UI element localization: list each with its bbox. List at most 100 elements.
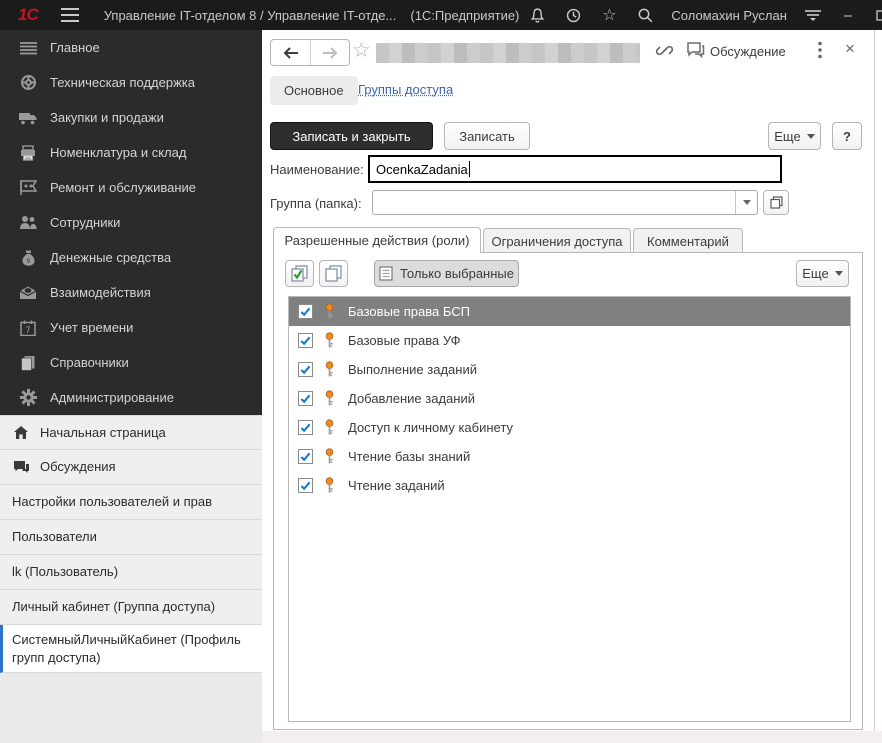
tab-main[interactable]: Основное [270,76,358,105]
sidebar-item-label: Сотрудники [50,215,120,230]
role-row[interactable]: Доступ к личному кабинету [289,413,850,442]
sidebar-item-system-personal-cabinet[interactable]: СистемныйЛичныйКабинет (Профиль групп до… [0,625,262,673]
more-label: Еще [774,129,800,144]
name-input-value: OcenkaZadania [376,162,468,177]
close-form-icon[interactable]: × [845,39,855,59]
favorites-star-icon[interactable]: ☆ [591,0,627,30]
maximize-button[interactable] [865,0,882,30]
checkbox[interactable] [298,362,313,377]
checkbox[interactable] [298,304,313,319]
sidebar-item-home[interactable]: Начальная страница [0,415,262,450]
group-choose-button[interactable] [763,190,789,215]
sidebar-item-purchases[interactable]: Закупки и продажи [0,100,262,135]
notifications-bell-icon[interactable] [519,0,555,30]
name-input[interactable]: OcenkaZadania [368,155,782,183]
chevron-down-icon [807,134,815,139]
roles-list[interactable]: Базовые права БСП Базовые права УФ Выпол… [288,296,851,722]
sidebar-item-catalogs[interactable]: Справочники [0,345,262,380]
svg-text:7: 7 [25,326,30,336]
history-nav-group [270,39,350,66]
role-key-icon [323,448,336,465]
books-icon [18,353,38,373]
svg-text:s: s [26,256,30,264]
role-label: Базовые права БСП [348,304,470,319]
only-selected-toggle[interactable]: Только выбранные [374,260,519,287]
history-icon[interactable] [555,0,591,30]
forward-button[interactable] [310,40,349,65]
discussion-label[interactable]: Обсуждение [710,44,786,59]
form-window: ☆ Обсуждение × Основное Группы доступа З… [262,30,882,743]
minimize-button[interactable]: – [831,0,865,30]
list-icon [379,266,393,281]
role-key-icon [323,419,336,436]
gear-icon [18,388,38,408]
discussion-bubble-icon[interactable] [686,41,705,58]
checkbox[interactable] [298,333,313,348]
tab-label: Разрешенные действия (роли) [285,233,470,248]
form-scroll-track[interactable] [874,30,875,743]
sidebar-item-label: СистемныйЛичныйКабинет (Профиль групп до… [12,631,252,666]
roles-more-button[interactable]: Еще [796,260,849,287]
sidebar-item-user-settings[interactable]: Настройки пользователей и прав [0,485,262,520]
back-button[interactable] [271,40,310,65]
mail-icon [18,283,38,303]
check-all-button[interactable] [285,260,314,287]
tab-access-restrictions[interactable]: Ограничения доступа [483,228,631,253]
tab-access-groups-link[interactable]: Группы доступа [358,82,453,97]
sidebar-item-personal-cabinet[interactable]: Личный кабинет (Группа доступа) [0,590,262,625]
sidebar-item-money[interactable]: s Денежные средства [0,240,262,275]
sidebar-item-tech-support[interactable]: Техническая поддержка [0,65,262,100]
chevron-down-icon [835,271,843,276]
save-and-close-button[interactable]: Записать и закрыть [270,122,433,150]
hamburger-menu-icon[interactable] [60,7,80,23]
favorite-star-icon[interactable]: ☆ [352,38,371,63]
checkbox[interactable] [298,420,313,435]
uncheck-all-button[interactable] [319,260,348,287]
sidebar-item-discussions[interactable]: Обсуждения [0,450,262,485]
user-menu-icon[interactable] [795,0,831,30]
sidebar-item-glavnoe[interactable]: Главное [0,30,262,65]
group-combo-input[interactable] [372,190,758,215]
role-row[interactable]: Базовые права УФ [289,326,850,355]
role-label: Чтение заданий [348,478,445,493]
sidebar-item-users[interactable]: Пользователи [0,520,262,555]
people-icon [18,213,38,233]
home-icon [12,424,30,442]
sidebar-item-administration[interactable]: Администрирование [0,380,262,415]
sidebar-item-employees[interactable]: Сотрудники [0,205,262,240]
calendar-icon: 7 [18,318,38,338]
sidebar-item-label: Настройки пользователей и прав [12,493,212,511]
role-label: Выполнение заданий [348,362,477,377]
group-dropdown-button[interactable] [735,191,757,214]
role-row[interactable]: Чтение базы знаний [289,442,850,471]
sidebar-item-label: Обсуждения [40,458,116,476]
sidebar-item-timesheet[interactable]: 7 Учет времени [0,310,262,345]
role-row[interactable]: Выполнение заданий [289,355,850,384]
tab-allowed-actions[interactable]: Разрешенные действия (роли) [273,227,481,253]
sidebar-item-lk-user[interactable]: lk (Пользователь) [0,555,262,590]
search-icon[interactable] [627,0,663,30]
more-button[interactable]: Еще [768,122,821,150]
checkbox[interactable] [298,478,313,493]
help-button[interactable]: ? [832,122,862,150]
role-row[interactable]: Чтение заданий [289,471,850,500]
sidebar-item-interactions[interactable]: Взаимодействия [0,275,262,310]
role-row[interactable]: Базовые права БСП [289,297,850,326]
checkbox[interactable] [298,391,313,406]
checkbox[interactable] [298,449,313,464]
sections-panel: Главное Техническая поддержка Закупки и … [0,30,262,415]
titlebar: 1С Управление IT-отделом 8 / Управление … [0,0,882,30]
sidebar-item-repair[interactable]: Ремонт и обслуживание [0,170,262,205]
more-actions-icon[interactable] [818,41,822,59]
sidebar-item-nomenclature[interactable]: Номенклатура и склад [0,135,262,170]
current-user-name[interactable]: Соломахин Руслан [671,8,787,23]
role-key-icon [323,390,336,407]
tab-comment[interactable]: Комментарий [633,228,743,253]
app-window: 1С Управление IT-отделом 8 / Управление … [0,0,882,743]
save-button[interactable]: Записать [444,122,530,150]
redacted-title-blur [376,43,640,63]
check-all-icon [291,265,308,282]
role-row[interactable]: Добавление заданий [289,384,850,413]
get-link-icon[interactable] [655,41,674,60]
sidebar-item-label: Главное [50,40,100,55]
